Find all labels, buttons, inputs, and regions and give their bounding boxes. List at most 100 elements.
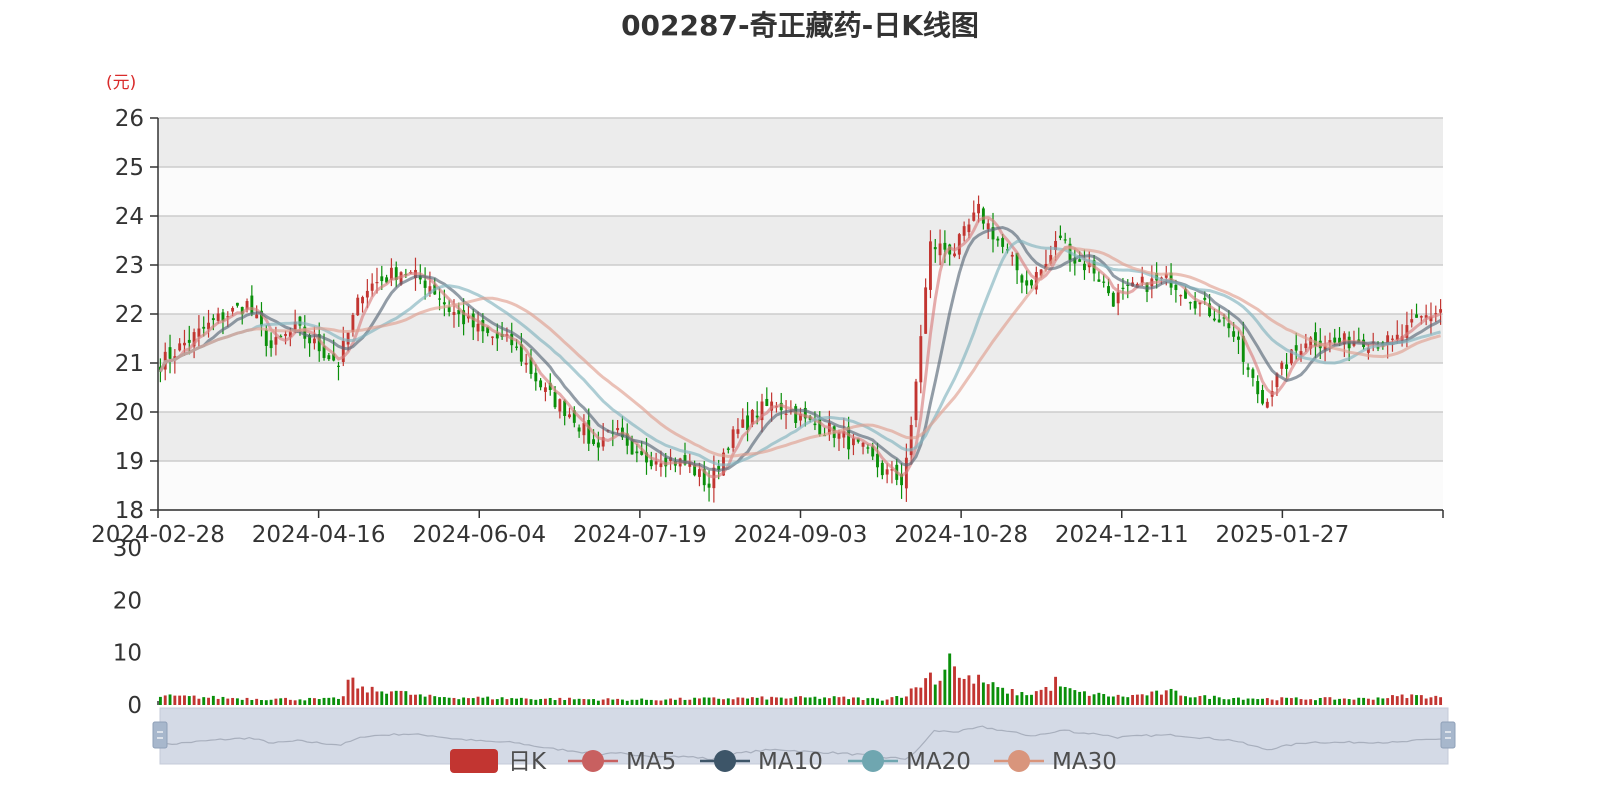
candle-body xyxy=(784,413,788,415)
candle-body xyxy=(577,427,581,432)
volume-bar xyxy=(861,699,865,705)
candle-body xyxy=(515,346,518,348)
volume-bar xyxy=(568,697,571,705)
candle-body xyxy=(876,453,879,468)
candle-body xyxy=(1232,331,1236,337)
volume-bar xyxy=(1395,696,1399,705)
volume-bar xyxy=(904,696,908,705)
volume-bar xyxy=(1328,697,1332,705)
volume-bar xyxy=(842,696,846,705)
candle-body xyxy=(539,380,543,388)
volume-bar xyxy=(1386,698,1390,705)
candle-body xyxy=(1217,319,1221,323)
volume-bar xyxy=(832,696,836,705)
volume-bar xyxy=(750,697,754,705)
candle-body xyxy=(755,415,759,418)
candle-icon xyxy=(450,749,498,773)
volume-bar xyxy=(702,697,706,705)
volume-bar xyxy=(972,683,976,705)
volume-bar xyxy=(178,695,182,705)
volume-bar xyxy=(707,697,711,705)
candle-body xyxy=(1251,369,1255,378)
candle-body xyxy=(375,281,379,284)
volume-bar xyxy=(967,675,971,705)
volume-bar xyxy=(1323,697,1327,705)
candle-body xyxy=(1333,337,1337,343)
legend-label: MA5 xyxy=(626,749,676,775)
volume-bar xyxy=(933,684,937,705)
volume-bar xyxy=(539,698,543,705)
volume-bar xyxy=(452,697,456,705)
volume-bar xyxy=(1160,694,1163,705)
volume-bar xyxy=(799,696,802,705)
candle-body xyxy=(361,297,364,304)
volume-bar xyxy=(351,677,355,705)
x-tick-label: 2025-01-27 xyxy=(1216,522,1350,548)
volume-bar xyxy=(1338,698,1341,705)
volume-bar xyxy=(462,697,466,705)
volume-bar xyxy=(1092,694,1096,705)
volume-bar xyxy=(1237,697,1240,705)
volume-bar xyxy=(900,697,904,705)
volume-bar xyxy=(1270,699,1274,705)
volume-bar xyxy=(755,697,759,705)
volume-bar xyxy=(856,697,860,705)
volume-bar xyxy=(616,698,620,705)
y-tick-label: 25 xyxy=(115,155,144,181)
candle-body xyxy=(1294,345,1298,351)
volume-bar xyxy=(1188,697,1192,705)
grid-band xyxy=(158,167,1443,216)
zoom-handle-right[interactable] xyxy=(1440,721,1456,749)
candle-body xyxy=(1415,314,1418,318)
volume-bar xyxy=(260,700,263,705)
volume-bar xyxy=(909,688,913,705)
candle-body xyxy=(1280,362,1284,369)
candle-body xyxy=(938,243,942,256)
volume-bar xyxy=(1034,691,1038,705)
legend-item-ma10[interactable]: MA10 xyxy=(700,749,823,775)
volume-bar xyxy=(1164,690,1168,705)
volume-bar xyxy=(1410,694,1414,705)
volume-bar xyxy=(620,699,624,705)
volume-bar xyxy=(312,698,316,705)
volume-bar xyxy=(1381,698,1385,705)
candle-body xyxy=(187,339,191,343)
candle-body xyxy=(953,253,956,257)
volume-bar xyxy=(385,693,389,705)
candle-body xyxy=(1246,367,1250,370)
volume-bar xyxy=(587,699,591,705)
legend-item-ma20[interactable]: MA20 xyxy=(848,749,971,775)
volume-bar xyxy=(712,697,716,705)
volume-bar xyxy=(851,697,855,705)
volume-bar xyxy=(447,697,451,705)
candle-body xyxy=(697,469,701,477)
volume-bar xyxy=(808,697,812,705)
volume-bar xyxy=(890,697,894,705)
volume-bar xyxy=(1155,690,1159,705)
volume-bar xyxy=(428,694,432,705)
volume-bar xyxy=(1314,700,1317,705)
volume-tick-label: 0 xyxy=(127,693,142,719)
candle-body xyxy=(1107,286,1110,294)
zoom-handle-left[interactable] xyxy=(152,721,168,749)
volume-bar xyxy=(1208,698,1212,705)
candle-body xyxy=(264,329,268,346)
volume-bar xyxy=(370,686,374,705)
candle-body xyxy=(654,461,658,465)
volume-bar xyxy=(673,699,677,705)
volume-bar xyxy=(683,699,687,705)
volume-bar xyxy=(1073,690,1077,705)
volume-bar xyxy=(649,699,653,705)
volume-bar xyxy=(1357,697,1361,705)
candle-body xyxy=(1256,381,1260,395)
candle-body xyxy=(346,332,350,345)
candle-body xyxy=(587,419,591,444)
volume-bar xyxy=(919,687,923,705)
volume-bar xyxy=(288,699,292,705)
legend-item-ma30[interactable]: MA30 xyxy=(994,749,1117,775)
volume-bar xyxy=(361,686,364,705)
candle-body xyxy=(524,362,528,365)
volume-bar xyxy=(375,691,379,705)
volume-bar xyxy=(1424,698,1428,705)
volume-bar xyxy=(317,699,321,705)
